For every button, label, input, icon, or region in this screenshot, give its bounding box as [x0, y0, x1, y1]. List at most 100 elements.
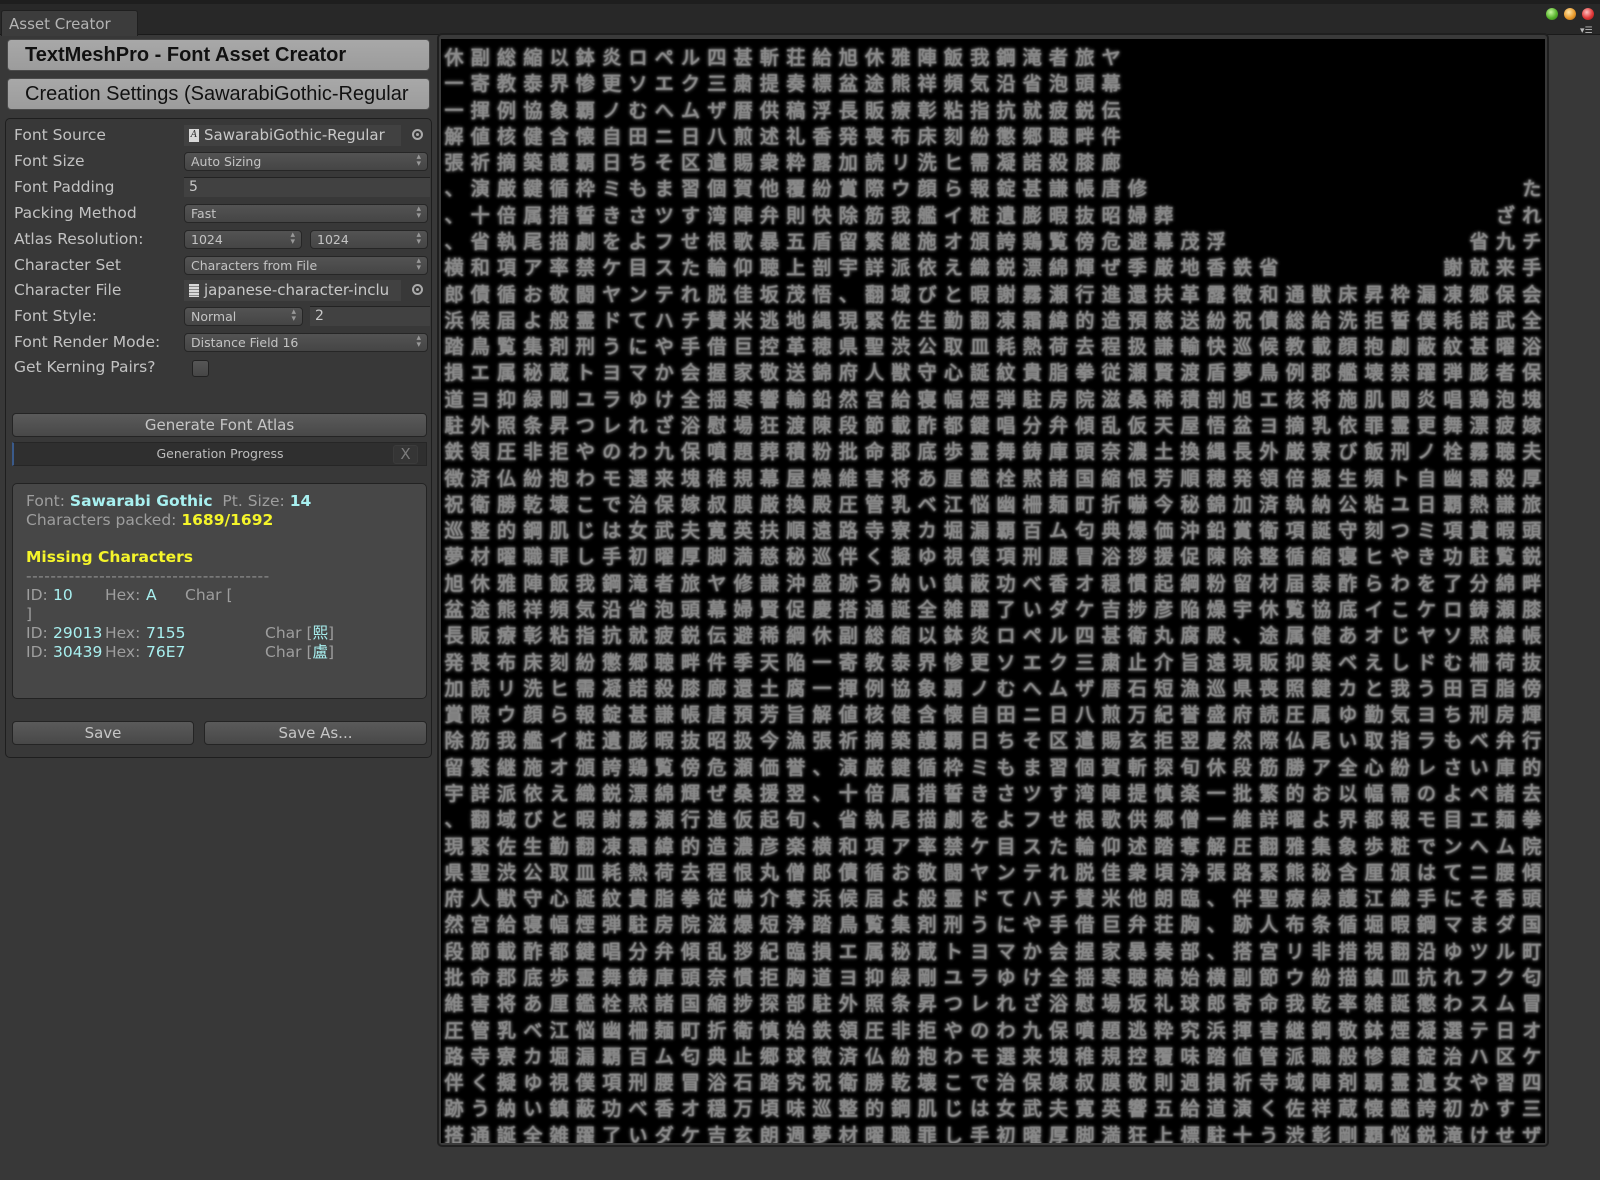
maximize-button[interactable] — [1546, 8, 1558, 20]
minimize-button[interactable] — [1564, 8, 1576, 20]
save-as-button[interactable]: Save As... — [204, 721, 427, 745]
atlas-glyph: 省 — [628, 599, 648, 621]
character-set-dropdown[interactable]: Characters from File ▴ ▾ — [184, 256, 428, 275]
atlas-glyph: 英 — [1101, 1098, 1121, 1121]
atlas-glyph: 頻 — [549, 599, 569, 621]
atlas-glyph: 管 — [470, 1019, 490, 1042]
atlas-glyph: 厘 — [1364, 861, 1384, 884]
atlas-glyph: 上 — [786, 257, 806, 280]
atlas-glyph: 寛 — [707, 520, 727, 543]
atlas-glyph: 暴 — [759, 231, 779, 253]
atlas-glyph: 者 — [1049, 47, 1069, 69]
atlas-glyph: 漏 — [1417, 283, 1437, 306]
atlas-glyph: 含 — [917, 704, 937, 727]
atlas-glyph: オ — [1075, 572, 1095, 595]
save-button[interactable]: Save — [12, 721, 194, 745]
packing-method-label: Packing Method — [14, 204, 137, 222]
atlas-glyph: 分 — [628, 940, 648, 963]
atlas-glyph: 借 — [1075, 914, 1095, 937]
atlas-glyph: 探 — [759, 993, 779, 1016]
atlas-glyph: え — [1364, 651, 1384, 674]
atlas-height-dropdown[interactable]: 1024 ▴ ▾ — [310, 230, 428, 249]
atlas-glyph: 踏 — [444, 336, 464, 359]
atlas-glyph: 霜 — [628, 835, 648, 858]
atlas-glyph: 題 — [733, 441, 753, 464]
atlas-glyph: 腐 — [1180, 625, 1200, 648]
atlas-glyph: む — [996, 677, 1016, 700]
atlas-glyph: 雅 — [891, 47, 911, 69]
atlas-glyph: 僧 — [1180, 809, 1200, 832]
atlas-glyph: 演 — [838, 756, 858, 779]
atlas-glyph: 領 — [838, 1019, 858, 1042]
atlas-glyph: 慰 — [707, 415, 727, 437]
atlas-glyph: 需 — [575, 677, 595, 700]
atlas-glyph: 核 — [865, 704, 885, 727]
close-button[interactable] — [1582, 8, 1594, 20]
atlas-glyph: 摘 — [497, 152, 517, 175]
atlas-glyph: ウ — [1285, 967, 1305, 989]
atlas-glyph: 域 — [891, 283, 911, 306]
character-file-field[interactable]: japanese-character-inclu — [184, 280, 401, 301]
font-source-field[interactable]: A SawarabiGothic-Regular — [184, 125, 401, 146]
atlas-glyph: 援 — [1154, 546, 1174, 569]
font-source-row: Font Source A SawarabiGothic-Regular — [14, 124, 424, 146]
atlas-glyph: す — [1495, 1098, 1515, 1121]
atlas-glyph: 田 — [1443, 677, 1463, 700]
atlas-glyph: 誓 — [575, 204, 595, 227]
font-size-dropdown[interactable]: Auto Sizing ▴ ▾ — [184, 152, 428, 171]
atlas-glyph: を — [970, 809, 990, 832]
object-picker-icon[interactable] — [412, 284, 423, 295]
font-render-mode-dropdown[interactable]: Distance Field 16 ▴ ▾ — [184, 333, 428, 352]
atlas-glyph: 、 — [1206, 888, 1226, 911]
atlas-glyph: 皿 — [575, 861, 595, 884]
atlas-glyph: 香 — [812, 125, 832, 148]
atlas-glyph: 張 — [444, 152, 464, 175]
atlas-glyph: 黙 — [1469, 625, 1489, 648]
font-style-dropdown[interactable]: Normal ▴ ▾ — [184, 307, 303, 326]
atlas-glyph: 四 — [1522, 1072, 1542, 1095]
atlas-glyph: 換 — [786, 493, 806, 516]
cancel-generation-button[interactable]: X — [393, 445, 418, 464]
atlas-glyph: 今 — [1154, 493, 1174, 516]
atlas-glyph: 誕 — [1311, 520, 1331, 543]
atlas-glyph: ゆ — [628, 388, 648, 411]
atlas-glyph: 非 — [523, 441, 543, 464]
atlas-glyph: 職 — [1311, 1045, 1331, 1068]
creation-settings-header[interactable]: Creation Settings (SawarabiGothic-Regula… — [7, 78, 430, 110]
context-menu-icon[interactable]: ▾☰ — [1580, 26, 1594, 36]
atlas-glyph: 堀 — [943, 520, 963, 543]
font-style-modifier-input[interactable]: 2 — [310, 306, 430, 326]
object-picker-icon[interactable] — [412, 129, 423, 140]
atlas-glyph: 謙 — [1049, 178, 1069, 201]
font-padding-input[interactable]: 5 — [184, 177, 430, 197]
atlas-glyph: 鋭 — [996, 257, 1016, 280]
missing-characters-title: Missing Characters — [26, 548, 193, 566]
atlas-glyph: 天 — [759, 651, 779, 674]
atlas-glyph: 区 — [681, 152, 701, 175]
atlas-glyph: 緊 — [470, 835, 490, 858]
atlas-glyph: エ — [1469, 809, 1489, 832]
atlas-glyph: 抜 — [1522, 651, 1542, 674]
atlas-width-dropdown[interactable]: 1024 ▴ ▾ — [184, 230, 302, 249]
atlas-glyph: 泰 — [891, 651, 911, 674]
atlas-glyph: 剛 — [917, 967, 937, 989]
kerning-pairs-checkbox[interactable] — [192, 360, 209, 377]
atlas-glyph: フ — [1469, 967, 1489, 989]
atlas-glyph: た — [1049, 835, 1069, 858]
atlas-glyph: 聴 — [654, 651, 674, 674]
tab-asset-creator[interactable]: Asset Creator — [1, 10, 138, 36]
atlas-glyph: 省 — [1259, 257, 1279, 280]
atlas-glyph: 禁 — [575, 257, 595, 280]
generate-font-atlas-button[interactable]: Generate Font Atlas — [12, 413, 427, 437]
atlas-glyph: 翻 — [575, 835, 595, 858]
atlas-glyph: 依 — [523, 783, 543, 805]
atlas-glyph: 伝 — [707, 625, 727, 648]
atlas-glyph: 非 — [1311, 940, 1331, 963]
packing-method-dropdown[interactable]: Fast ▴ ▾ — [184, 204, 428, 223]
atlas-glyph: 夫 — [1049, 1098, 1069, 1121]
atlas-glyph: 宇 — [444, 783, 464, 805]
atlas-glyph: 剤 — [917, 914, 937, 937]
atlas-glyph: 夢 — [1233, 362, 1253, 385]
atlas-glyph: 進 — [1101, 283, 1121, 306]
atlas-glyph: 秘 — [523, 362, 543, 385]
